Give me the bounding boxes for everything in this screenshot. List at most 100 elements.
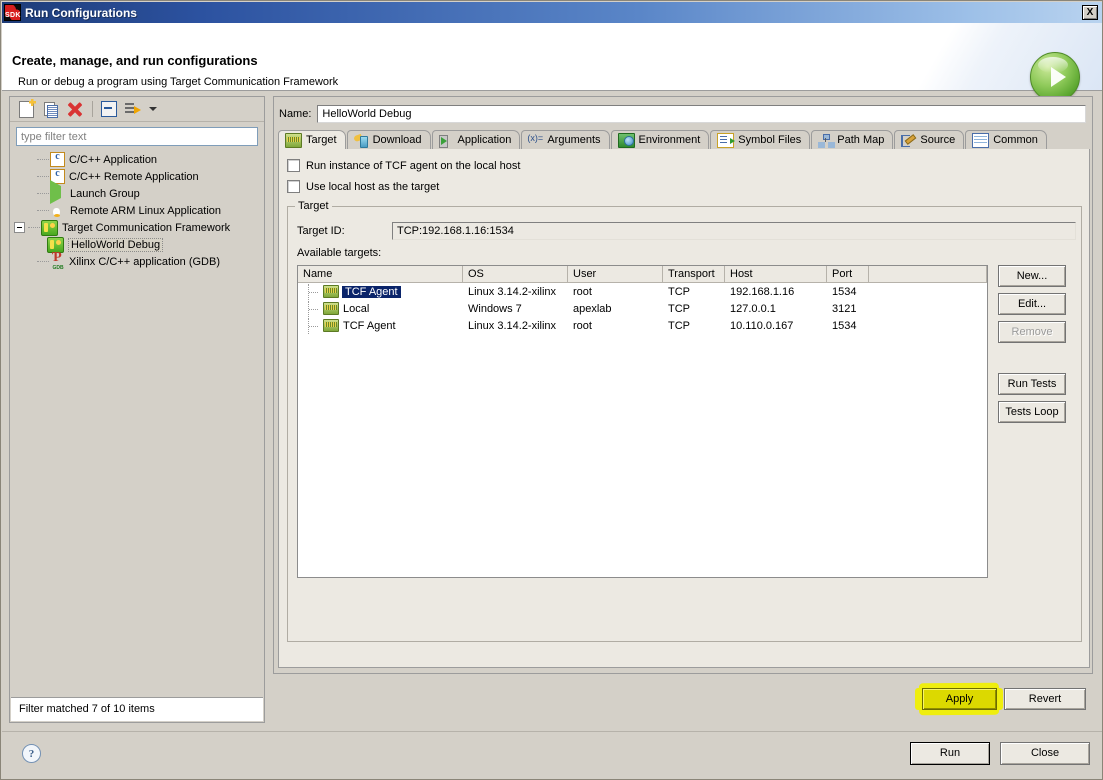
configurations-tree: C/C++ Application C/C++ Remote Applicati… [11, 151, 263, 691]
tree-item-c-cpp-remote-application[interactable]: C/C++ Remote Application [11, 168, 263, 185]
run-tests-button[interactable]: Run Tests [998, 373, 1066, 395]
collapse-all-icon[interactable] [98, 99, 120, 119]
cell-host: 10.110.0.167 [730, 319, 794, 332]
new-document-icon[interactable] [15, 98, 37, 119]
close-button[interactable]: Close [1000, 742, 1090, 765]
tab-download[interactable]: Download [346, 130, 431, 149]
tab-label: Common [993, 134, 1038, 146]
c-file-icon [50, 151, 65, 167]
column-header-os[interactable]: OS [463, 266, 568, 283]
edit-target-button[interactable]: Edit... [998, 293, 1066, 315]
tree-item-xilinx-c-cpp-application-gdb[interactable]: Xilinx C/C++ application (GDB) [11, 250, 263, 271]
groupbox-legend: Target [295, 200, 332, 212]
tab-arguments[interactable]: Arguments [521, 130, 610, 149]
search-input[interactable] [16, 127, 258, 146]
cell-os: Windows 7 [468, 302, 522, 315]
tab-application[interactable]: Application [431, 130, 521, 149]
cell-transport: TCP [668, 285, 690, 298]
configurations-tree-panel: C/C++ Application C/C++ Remote Applicati… [9, 96, 265, 723]
tree-item-label: Remote ARM Linux Application [70, 204, 222, 217]
tab-label: Download [372, 134, 422, 146]
apply-button[interactable]: Apply [922, 688, 997, 710]
dialog-footer: ? Run Close [2, 731, 1102, 778]
tree-item-helloworld-debug[interactable]: HelloWorld Debug [11, 236, 263, 253]
path-map-icon [818, 133, 833, 147]
close-icon[interactable]: X [1082, 5, 1098, 20]
symbol-files-icon [717, 132, 736, 148]
name-row: Name: [279, 105, 1087, 123]
tree-line [308, 300, 323, 317]
tab-label: Target [306, 134, 337, 146]
environment-icon [617, 132, 635, 148]
cell-host: 192.168.1.16 [730, 285, 795, 298]
name-label: Name: [279, 108, 312, 120]
table-row[interactable]: TCF Agent Linux 3.14.2-xilinx root TCP 1… [298, 317, 987, 334]
dialog-banner: Create, manage, and run configurations R… [2, 23, 1102, 102]
run-tcf-agent-local-host-checkbox[interactable] [287, 159, 300, 172]
use-local-host-as-target-row[interactable]: Use local host as the target [287, 180, 439, 193]
chevron-down-icon[interactable] [146, 99, 160, 119]
tests-loop-button[interactable]: Tests Loop [998, 401, 1066, 423]
cell-transport: TCP [668, 302, 690, 315]
checkbox-label: Run instance of TCF agent on the local h… [306, 159, 521, 172]
filter-status-text: Filter matched 7 of 10 items [11, 697, 263, 721]
tree-expander-icon[interactable] [14, 222, 25, 233]
window-titlebar: SDK Run Configurations X [2, 2, 1102, 23]
source-icon [901, 134, 916, 147]
column-header-user[interactable]: User [568, 266, 663, 283]
tab-source[interactable]: Source [894, 130, 965, 149]
tab-symbol-files[interactable]: Symbol Files [710, 130, 811, 149]
page-title: Create, manage, and run configurations [12, 53, 258, 68]
tab-label: Path Map [837, 134, 885, 146]
tree-item-c-cpp-application[interactable]: C/C++ Application [11, 151, 263, 168]
table-row[interactable]: Local Windows 7 apexlab TCP 127.0.0.1 31… [298, 300, 987, 317]
tab-path-map[interactable]: Path Map [811, 130, 894, 149]
run-play-orb-icon [1030, 52, 1080, 102]
tcf-icon [41, 219, 58, 236]
target-chip-icon [323, 319, 339, 332]
cell-port: 1534 [832, 319, 857, 332]
filter-arrow-icon[interactable] [122, 99, 144, 119]
cell-port: 1534 [832, 285, 857, 298]
apply-revert-row: Apply Revert [274, 682, 1094, 717]
revert-button[interactable]: Revert [1004, 688, 1086, 710]
target-tab-content: Run instance of TCF agent on the local h… [278, 149, 1090, 668]
tree-item-remote-arm-linux-application[interactable]: Remote ARM Linux Application [11, 202, 263, 219]
sdk-logo-icon: SDK [4, 4, 21, 21]
tree-item-launch-group[interactable]: Launch Group [11, 180, 263, 204]
red-x-delete-icon[interactable] [63, 99, 85, 119]
tab-label: Symbol Files [738, 134, 802, 146]
cell-user: apexlab [573, 302, 612, 315]
column-header-name[interactable]: Name [298, 266, 463, 283]
tree-item-label: C/C++ Application [69, 153, 158, 166]
tab-common[interactable]: Common [965, 130, 1047, 149]
copy-document-icon[interactable] [39, 99, 61, 119]
cell-os: Linux 3.14.2-xilinx [468, 285, 557, 298]
column-header-port[interactable]: Port [827, 266, 869, 283]
help-icon[interactable]: ? [22, 744, 41, 763]
column-header-filler[interactable] [869, 266, 987, 283]
run-button[interactable]: Run [910, 742, 990, 765]
column-header-host[interactable]: Host [725, 266, 827, 283]
tree-item-target-communication-framework[interactable]: Target Communication Framework [11, 219, 263, 236]
available-targets-table: Name OS User Transport Host Port TCF Age… [297, 265, 988, 578]
use-local-host-as-target-checkbox[interactable] [287, 180, 300, 193]
arguments-icon [527, 133, 543, 147]
remove-target-button: Remove [998, 321, 1066, 343]
configuration-name-input[interactable] [317, 105, 1087, 123]
cell-user: root [573, 319, 592, 332]
target-groupbox: Target Target ID: Available targets: Nam… [287, 200, 1082, 642]
cell-name: Local [343, 302, 370, 315]
gdb-icon [50, 250, 66, 271]
run-tcf-agent-local-host-row[interactable]: Run instance of TCF agent on the local h… [287, 159, 520, 172]
target-id-input[interactable] [392, 222, 1076, 240]
target-chip-icon [323, 285, 339, 298]
new-target-button[interactable]: New... [998, 265, 1066, 287]
common-icon [972, 132, 990, 148]
target-actions: New... Edit... Remove Run Tests Tests Lo… [998, 265, 1082, 429]
column-header-transport[interactable]: Transport [663, 266, 725, 283]
tree-toolbar [10, 97, 264, 122]
tab-environment[interactable]: Environment [610, 130, 710, 149]
table-row[interactable]: TCF Agent Linux 3.14.2-xilinx root TCP 1… [298, 283, 987, 300]
tab-target[interactable]: Target [278, 130, 346, 150]
